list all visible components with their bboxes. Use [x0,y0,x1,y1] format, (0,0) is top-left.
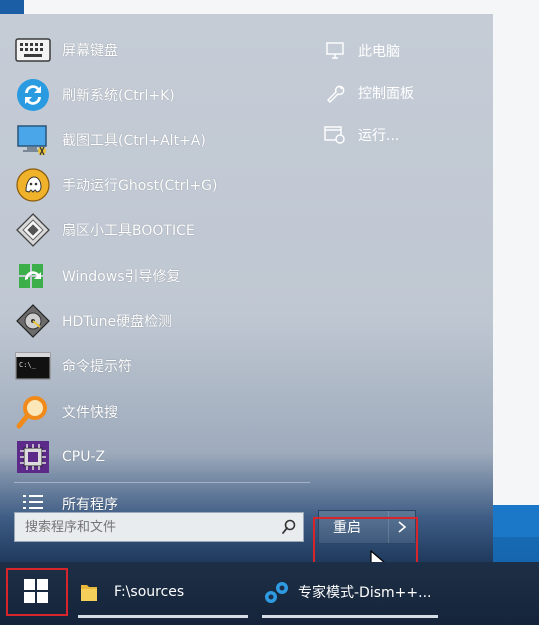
menu-item-file-search[interactable]: 文件快搜 [14,392,310,432]
menu-item-windows-boot-repair[interactable]: Windows引导修复 [14,256,310,296]
desktop-blue-band [492,505,539,537]
taskbar-item-dism[interactable]: 专家模式-Dism++... [262,572,438,618]
restart-button-label: 重启 [333,520,361,536]
search-input[interactable] [15,513,275,541]
right-item-label: 此电脑 [358,44,400,60]
start-menu-program-list: 屏幕键盘 刷新系统(Ctrl+K) 截图工具(Ctrl+Alt+A) 手动运行G… [0,14,312,514]
menu-item-label: Windows引导修复 [62,269,181,285]
search-icon[interactable] [275,513,303,541]
menu-item-bootice[interactable]: 扇区小工具BOOTICE [14,210,310,250]
computer-icon [322,38,348,64]
gears-icon [262,579,292,605]
menu-item-label: CPU-Z [62,449,106,465]
windows-logo-icon [24,579,48,603]
start-button[interactable] [6,568,66,614]
menu-item-label: 屏幕键盘 [62,43,118,59]
menu-item-label: 截图工具(Ctrl+Alt+A) [62,133,206,149]
right-item-run[interactable]: 运行... [322,114,482,156]
run-icon [322,122,348,148]
restart-button[interactable]: 重启 [318,510,416,544]
start-menu-right-pane: 此电脑 控制面板 运行... [322,30,482,156]
command-prompt-icon: C:\_ [14,347,52,385]
screenshot-icon [14,121,52,159]
menu-item-screenshot-tool[interactable]: 截图工具(Ctrl+Alt+A) [14,120,310,160]
taskbar-active-indicator [262,615,438,618]
menu-item-label: 刷新系统(Ctrl+K) [62,88,175,104]
refresh-icon [14,76,52,114]
svg-text:C:\_: C:\_ [19,361,37,369]
menu-item-label: 命令提示符 [62,359,132,375]
search-box[interactable] [14,512,304,542]
right-item-label: 控制面板 [358,86,414,102]
taskbar-item-label: F:\sources [114,584,185,600]
menu-item-label: 扇区小工具BOOTICE [62,223,195,239]
right-item-label: 运行... [358,128,400,144]
cpu-icon [14,438,52,476]
hard-disk-icon [14,302,52,340]
menu-divider [14,482,310,483]
menu-item-command-prompt[interactable]: C:\_ 命令提示符 [14,346,310,386]
ghost-icon [14,166,52,204]
taskbar-item-sources[interactable]: F:\sources [78,572,248,618]
right-item-control-panel[interactable]: 控制面板 [322,72,482,114]
menu-item-screen-keyboard[interactable]: 屏幕键盘 [14,30,310,70]
taskbar-active-indicator [78,615,248,618]
menu-item-run-ghost[interactable]: 手动运行Ghost(Ctrl+G) [14,165,310,205]
start-menu: 屏幕键盘 刷新系统(Ctrl+K) 截图工具(Ctrl+Alt+A) 手动运行G… [0,14,493,562]
right-item-this-pc[interactable]: 此电脑 [322,30,482,72]
disk-tool-icon [14,211,52,249]
menu-item-hdtune[interactable]: HDTune硬盘检测 [14,301,310,341]
menu-item-label: 手动运行Ghost(Ctrl+G) [62,178,218,194]
menu-item-label: 所有程序 [62,497,118,513]
menu-item-label: 文件快搜 [62,405,118,421]
wrench-icon [322,80,348,106]
menu-item-refresh-system[interactable]: 刷新系统(Ctrl+K) [14,75,310,115]
taskbar: F:\sources 专家模式-Dism++... [0,562,539,625]
menu-item-label: HDTune硬盘检测 [62,314,173,330]
menu-item-cpu-z[interactable]: CPU-Z [14,437,310,477]
folder-icon [80,582,102,602]
taskbar-item-label: 专家模式-Dism++... [298,585,432,601]
boot-repair-icon [14,257,52,295]
keyboard-icon [14,31,52,69]
magnifier-icon [14,393,52,431]
chevron-right-icon[interactable] [388,511,415,543]
